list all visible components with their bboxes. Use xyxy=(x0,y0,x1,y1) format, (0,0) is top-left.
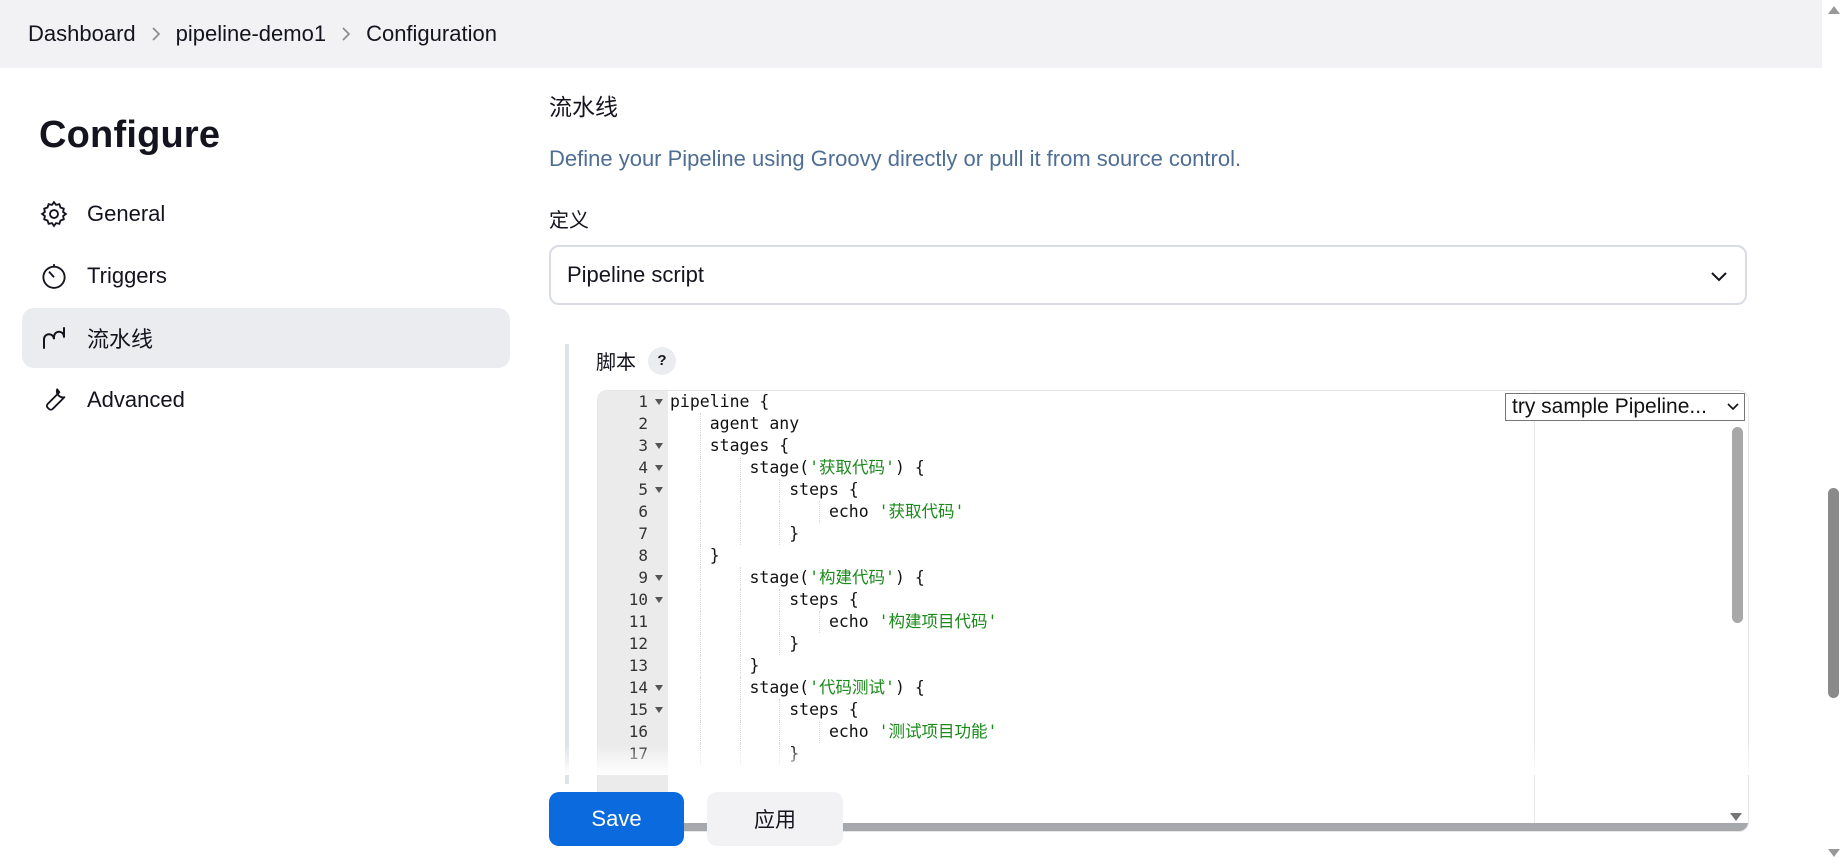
timer-icon xyxy=(38,260,70,292)
definition-select-value: Pipeline script xyxy=(567,262,704,287)
pipeline-icon xyxy=(38,322,70,354)
line-number: 5 xyxy=(598,479,668,501)
sidebar-item-pipeline[interactable]: 流水线 xyxy=(22,308,510,368)
save-button[interactable]: Save xyxy=(549,792,684,846)
chevron-down-icon xyxy=(1711,272,1727,282)
script-section-border xyxy=(565,344,569,784)
sidebar-item-general[interactable]: General xyxy=(22,184,510,244)
line-number: 16 xyxy=(628,722,648,741)
definition-select[interactable]: Pipeline script xyxy=(549,245,1747,305)
line-number: 11 xyxy=(628,612,648,631)
section-description: Define your Pipeline using Groovy direct… xyxy=(549,146,1242,171)
editor-vertical-scrollbar[interactable] xyxy=(1732,427,1743,623)
fold-arrow-icon[interactable] xyxy=(655,685,663,691)
fold-arrow-icon[interactable] xyxy=(655,399,663,405)
code-line: } xyxy=(670,545,720,567)
script-label-row: 脚本 ? xyxy=(596,346,676,375)
sidebar-item-label: Advanced xyxy=(87,387,185,412)
code-line: steps { xyxy=(670,699,859,721)
definition-label: 定义 xyxy=(549,210,589,232)
chevron-down-icon xyxy=(1727,403,1739,411)
code-line: steps { xyxy=(670,479,859,501)
sample-pipeline-select[interactable]: try sample Pipeline... xyxy=(1505,393,1745,421)
line-number: 4 xyxy=(598,457,668,479)
scroll-up-arrow-icon[interactable] xyxy=(1828,6,1840,14)
script-label: 脚本 xyxy=(596,352,636,374)
line-number: 6 xyxy=(638,502,648,521)
line-number: 9 xyxy=(598,567,668,589)
line-number: 3 xyxy=(598,435,668,457)
fold-arrow-icon[interactable] xyxy=(655,575,663,581)
line-number: 7 xyxy=(638,524,648,543)
scroll-down-arrow-icon[interactable] xyxy=(1730,813,1742,821)
sample-pipeline-select-value: try sample Pipeline... xyxy=(1512,395,1707,418)
code-line: } xyxy=(670,633,800,655)
gear-icon xyxy=(38,198,70,230)
sidebar-nav: General Triggers 流水线 Advanced xyxy=(22,184,510,430)
line-number: 1 xyxy=(598,391,668,413)
breadcrumb-dashboard[interactable]: Dashboard xyxy=(28,21,136,47)
page-scroll-thumb[interactable] xyxy=(1828,488,1839,698)
code-line: stage('代码测试') { xyxy=(670,677,925,699)
chevron-right-icon xyxy=(136,27,176,41)
code-line: echo '测试项目功能' xyxy=(670,721,998,743)
sidebar-item-label: Triggers xyxy=(87,263,167,288)
help-button[interactable]: ? xyxy=(648,346,676,375)
fold-arrow-icon[interactable] xyxy=(655,465,663,471)
bottom-fade xyxy=(510,745,1785,775)
sidebar-item-label: General xyxy=(87,201,166,226)
breadcrumb-configuration[interactable]: Configuration xyxy=(366,21,497,47)
line-number: 15 xyxy=(598,699,668,721)
sidebar-item-advanced[interactable]: Advanced xyxy=(22,370,510,430)
chevron-right-icon xyxy=(326,27,366,41)
sidebar-item-label: 流水线 xyxy=(87,327,154,352)
fold-arrow-icon[interactable] xyxy=(655,443,663,449)
sidebar: Configure General Triggers 流水线 Advanced xyxy=(22,68,510,432)
breadcrumb: Dashboard pipeline-demo1 Configuration xyxy=(0,0,1822,68)
line-number: 13 xyxy=(628,656,648,675)
code-line: stages { xyxy=(670,435,790,457)
code-line: echo '获取代码' xyxy=(670,501,965,523)
sidebar-item-triggers[interactable]: Triggers xyxy=(22,246,510,306)
page-title: Configure xyxy=(39,114,221,156)
fold-arrow-icon[interactable] xyxy=(655,707,663,713)
code-line: } xyxy=(670,655,760,677)
code-line: echo '构建项目代码' xyxy=(670,611,998,633)
line-number: 2 xyxy=(638,414,648,433)
line-number: 14 xyxy=(598,677,668,699)
line-number: 10 xyxy=(598,589,668,611)
code-line: stage('构建代码') { xyxy=(670,567,925,589)
code-line: steps { xyxy=(670,589,859,611)
fold-arrow-icon[interactable] xyxy=(655,487,663,493)
line-number: 12 xyxy=(628,634,648,653)
scroll-down-arrow-icon[interactable] xyxy=(1828,849,1840,857)
fold-arrow-icon[interactable] xyxy=(655,597,663,603)
code-line: stage('获取代码') { xyxy=(670,457,925,479)
apply-button[interactable]: 应用 xyxy=(707,792,843,846)
line-number: 8 xyxy=(638,546,648,565)
section-title: 流水线 xyxy=(549,94,618,120)
code-line: } xyxy=(670,523,800,545)
wrench-icon xyxy=(38,384,70,416)
breadcrumb-job[interactable]: pipeline-demo1 xyxy=(176,21,326,47)
page-scrollbar[interactable] xyxy=(1822,0,1845,865)
